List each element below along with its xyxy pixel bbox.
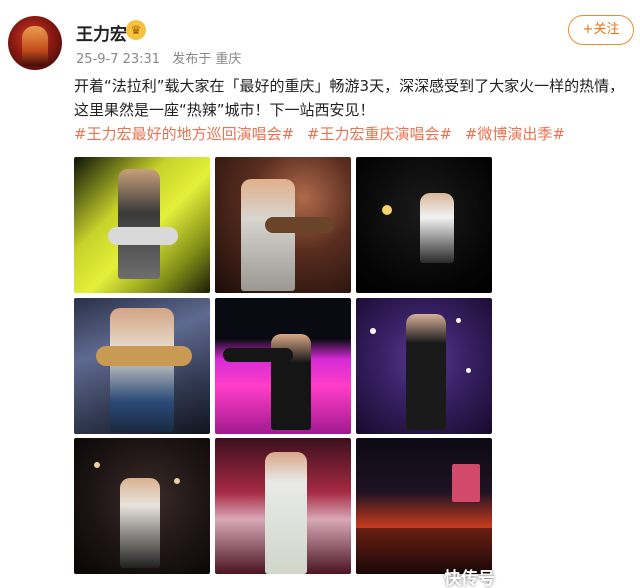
post-meta: 25-9-7 23:31 发布于 重庆 [76, 48, 249, 67]
photo-thumbnail[interactable] [356, 438, 492, 574]
vip-crown-icon: ♛ [126, 20, 146, 40]
hashtag-link[interactable]: #微博演出季# [465, 125, 565, 143]
hashtag-link[interactable]: #王力宏最好的地方巡回演唱会# [74, 125, 294, 143]
photo-thumbnail[interactable] [215, 298, 351, 434]
watermark-text: 快传号 [444, 569, 495, 588]
post-text: 开着“法拉利”载大家在「最好的重庆」畅游3天，深深感受到了大家火一样的热情，这里… [74, 77, 625, 119]
photo-thumbnail[interactable] [215, 157, 351, 293]
post-source: 发布于 重庆 [172, 52, 242, 67]
hashtag-row: #王力宏最好的地方巡回演唱会# #王力宏重庆演唱会# #微博演出季# [74, 123, 573, 145]
photo-thumbnail[interactable] [356, 157, 492, 293]
photo-thumbnail[interactable] [74, 438, 210, 574]
photo-thumbnail[interactable] [215, 438, 351, 574]
username[interactable]: 王力宏 [76, 20, 127, 45]
photo-thumbnail[interactable] [356, 298, 492, 434]
follow-button[interactable]: +关注 [568, 15, 634, 45]
post-timestamp: 25-9-7 23:31 [76, 52, 161, 67]
photo-thumbnail[interactable] [74, 157, 210, 293]
hashtag-link[interactable]: #王力宏重庆演唱会# [307, 125, 452, 143]
photo-thumbnail[interactable] [74, 298, 210, 434]
avatar[interactable] [8, 16, 62, 70]
